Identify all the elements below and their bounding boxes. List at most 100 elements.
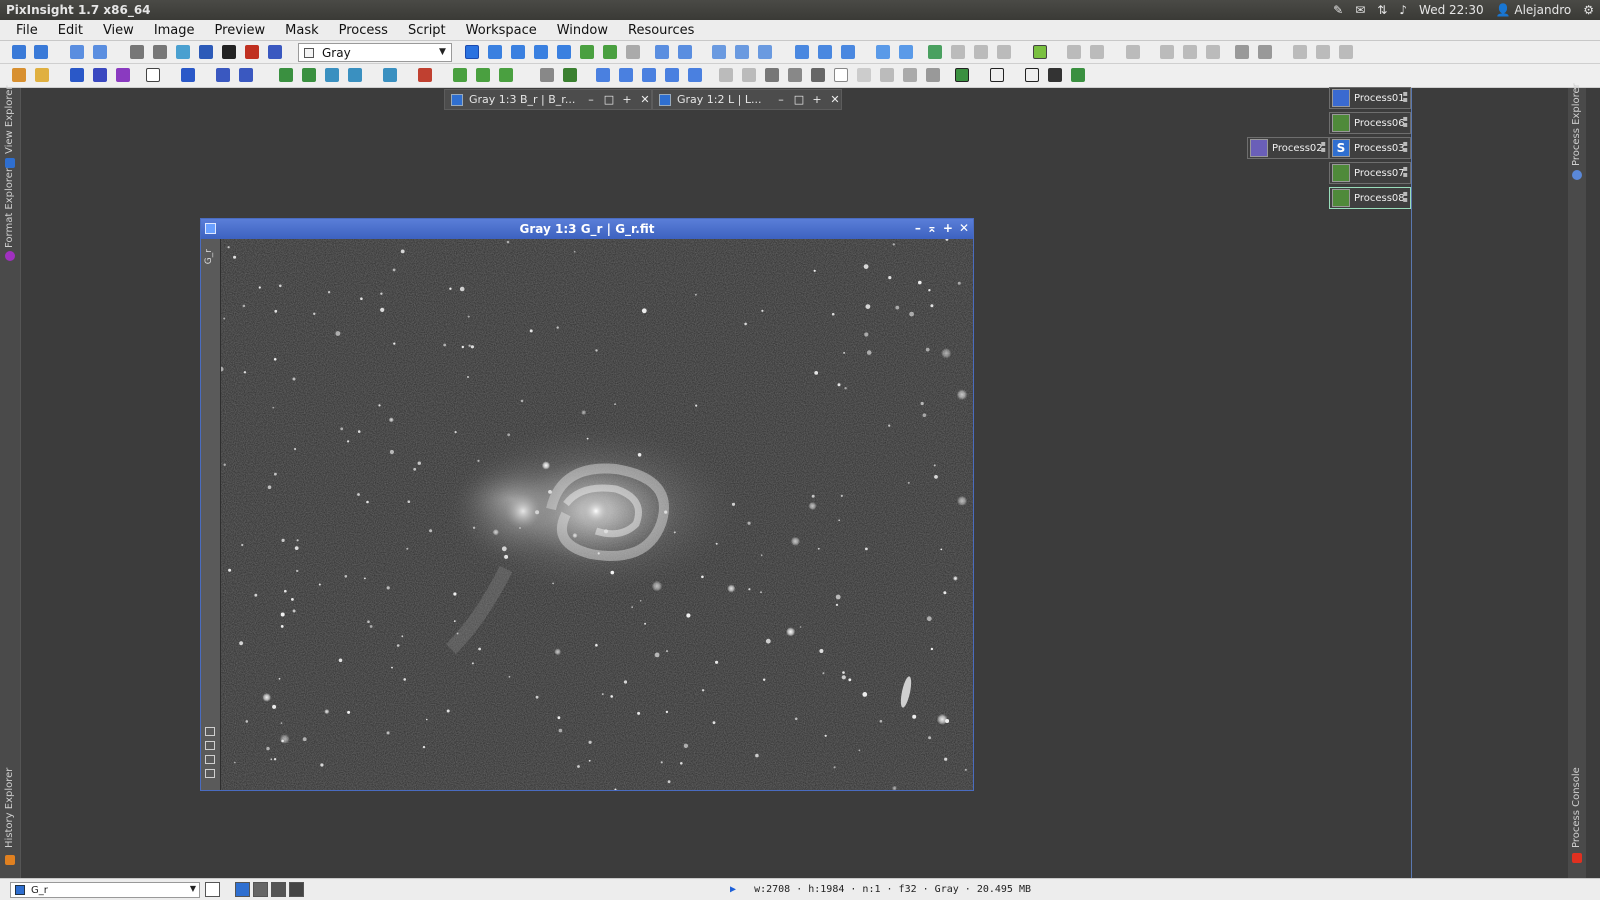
swatch-4-icon[interactable] (834, 68, 848, 82)
mirror-h-icon[interactable] (665, 68, 679, 82)
zoom-fit-icon[interactable] (488, 45, 502, 59)
color-space-select[interactable]: Gray ▼ (298, 43, 452, 62)
clock[interactable]: Wed 22:30 (1419, 3, 1484, 17)
dock-2-icon[interactable] (1090, 45, 1104, 59)
process-icon-process06[interactable]: Process06 ▪ ▪ (1329, 112, 1411, 134)
pointer-icon[interactable] (626, 45, 640, 59)
channel-g-icon[interactable] (93, 68, 107, 82)
window-1-icon[interactable] (876, 45, 890, 59)
swatch-2-icon[interactable] (788, 68, 802, 82)
menu-window[interactable]: Window (547, 23, 618, 38)
process-icon-2[interactable] (35, 68, 49, 82)
gear-icon[interactable]: ⚙ (1583, 3, 1594, 17)
workspace-icon[interactable] (1033, 45, 1047, 59)
clone-view-icon[interactable] (205, 755, 215, 764)
restore-icon[interactable]: + (811, 93, 823, 106)
channel-l-icon[interactable] (181, 68, 195, 82)
mail-icon[interactable]: ✉ (1355, 3, 1365, 17)
mask-invert-icon[interactable] (302, 68, 316, 82)
readout-mode-icon[interactable] (465, 45, 479, 59)
mask-color-icon[interactable] (348, 68, 362, 82)
process-icon-process03[interactable]: S Process03 ▪ ▪ (1329, 137, 1411, 159)
display-mode-4-icon[interactable] (289, 882, 304, 897)
display-mode-3-icon[interactable] (271, 882, 286, 897)
mask-icon[interactable] (245, 45, 259, 59)
stf-reset-icon[interactable] (418, 68, 432, 82)
mask-enable-icon[interactable] (325, 68, 339, 82)
arrange-icon[interactable] (841, 45, 855, 59)
open-icon[interactable] (130, 45, 144, 59)
stf-icon[interactable] (222, 45, 236, 59)
new-window-icon[interactable] (205, 882, 220, 897)
channel-rgb-icon[interactable] (146, 68, 160, 82)
rotate-180-icon[interactable] (642, 68, 656, 82)
process-icon-process01[interactable]: Process01 ▪ ▪ (1329, 87, 1411, 109)
close-icon[interactable]: ✕ (829, 93, 841, 106)
undo-icon[interactable] (12, 45, 26, 59)
menu-view[interactable]: View (93, 23, 144, 38)
menu-script[interactable]: Script (398, 23, 456, 38)
new-preview-icon[interactable] (580, 45, 594, 59)
grip-icon[interactable]: ▪ ▪ (1403, 115, 1408, 129)
channel-r-icon[interactable] (70, 68, 84, 82)
channel-a-icon[interactable] (216, 68, 230, 82)
dock-1-icon[interactable] (1067, 45, 1081, 59)
grip-icon[interactable]: ▪ ▪ (1403, 190, 1408, 204)
histogram-icon[interactable] (540, 68, 554, 82)
zoom-out-icon[interactable] (678, 45, 692, 59)
zoom-out-mode-icon[interactable] (534, 45, 548, 59)
workspace-divider[interactable] (1411, 88, 1412, 878)
layers-3-icon[interactable] (1025, 68, 1039, 82)
zoom-1-1-icon[interactable] (712, 45, 726, 59)
layers-2-icon[interactable] (990, 68, 1004, 82)
fits-icon[interactable] (199, 45, 213, 59)
layers-5-icon[interactable] (1071, 68, 1085, 82)
curves-icon[interactable] (563, 68, 577, 82)
menu-resources[interactable]: Resources (618, 23, 704, 38)
pan-mode-icon[interactable] (557, 45, 571, 59)
maximize-icon[interactable]: □ (793, 93, 805, 106)
dock-6-icon[interactable] (1206, 45, 1220, 59)
close-icon[interactable]: ✕ (639, 93, 651, 106)
display-mode-2-icon[interactable] (253, 882, 268, 897)
cascade-icon[interactable] (818, 45, 832, 59)
grip-icon[interactable]: ▪ ▪ (1403, 165, 1408, 179)
zoom-in-icon[interactable] (655, 45, 669, 59)
tab-view-explorer[interactable]: View Explorer (4, 85, 15, 154)
zoom-view-icon[interactable] (205, 741, 215, 750)
maximize-icon[interactable]: + (943, 221, 953, 235)
window-6-icon[interactable] (997, 45, 1011, 59)
rotate-left-icon[interactable] (596, 68, 610, 82)
preview-view-icon[interactable] (205, 769, 215, 778)
stf-auto-icon[interactable] (383, 68, 397, 82)
process-icon-process02[interactable]: Process02 ▪ ▪ (1247, 137, 1329, 159)
grip-icon[interactable]: ▪ ▪ (1403, 140, 1408, 154)
swatch-1-icon[interactable] (765, 68, 779, 82)
clear-icon[interactable] (742, 68, 756, 82)
image-window-titlebar[interactable]: Gray 1:3 G_r | G_r.fit – ⌅ + ✕ (201, 219, 973, 239)
close-icon[interactable]: ✕ (959, 221, 969, 235)
image-window[interactable]: Gray 1:3 G_r | G_r.fit – ⌅ + ✕ G_r (200, 218, 974, 791)
maximize-icon[interactable]: □ (603, 93, 615, 106)
iconized-window-l[interactable]: Gray 1:2 L | L... – □ + ✕ (652, 89, 842, 110)
volume-icon[interactable]: ♪ (1399, 3, 1407, 17)
process-icon-process07[interactable]: Process07 ▪ ▪ (1329, 162, 1411, 184)
window-4-icon[interactable] (951, 45, 965, 59)
window-3-icon[interactable] (928, 45, 942, 59)
align-3-icon[interactable] (1293, 45, 1307, 59)
edit-icon[interactable]: ✎ (1333, 3, 1343, 17)
swatch-6-icon[interactable] (880, 68, 894, 82)
tab-process-console[interactable]: Process Console (1571, 767, 1582, 848)
menu-process[interactable]: Process (329, 23, 398, 38)
iconized-window-b-r[interactable]: Gray 1:3 B_r | B_r... – □ + ✕ (444, 89, 652, 110)
duplicate-icon[interactable] (93, 45, 107, 59)
tile-icon[interactable] (795, 45, 809, 59)
crop-icon[interactable] (719, 68, 733, 82)
dock-4-icon[interactable] (1160, 45, 1174, 59)
channel-c-icon[interactable] (239, 68, 253, 82)
play-icon[interactable]: ▶ (730, 884, 736, 895)
menu-file[interactable]: File (0, 23, 48, 38)
right-scrollbar[interactable] (1586, 88, 1600, 878)
zoom-in-mode-icon[interactable] (511, 45, 525, 59)
process-icon-process08[interactable]: Process08 ▪ ▪ (1329, 187, 1411, 209)
